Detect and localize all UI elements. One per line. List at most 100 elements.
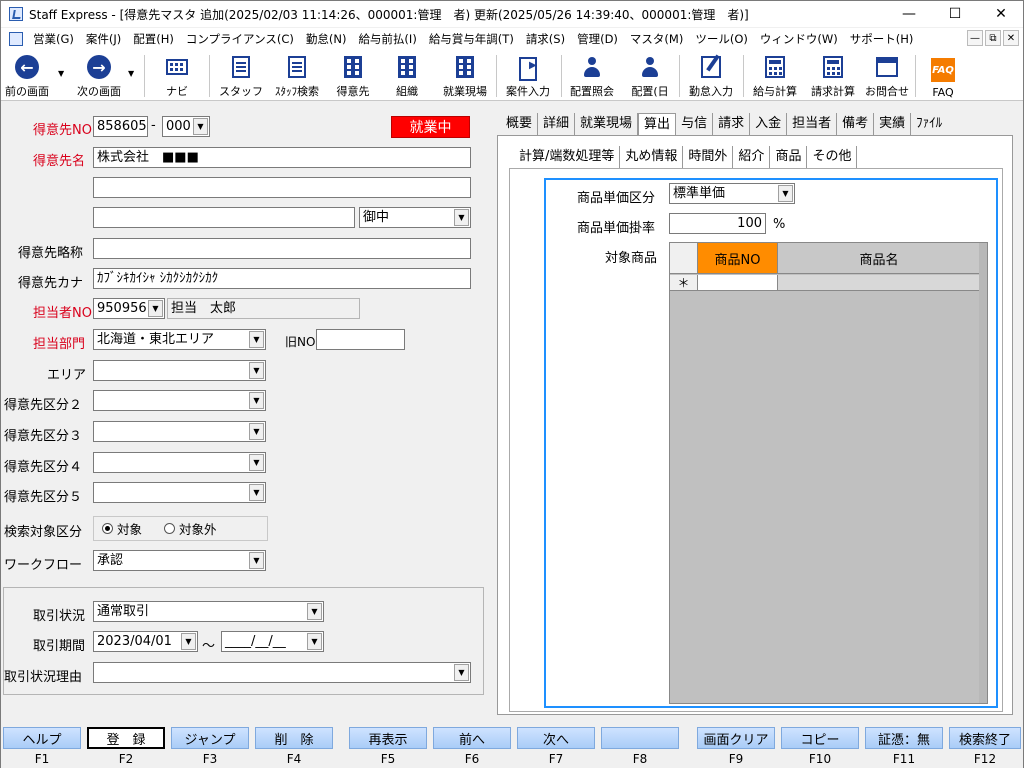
navi-button[interactable]: ナビ bbox=[159, 51, 195, 99]
category4-select[interactable]: ▼ bbox=[93, 452, 266, 473]
column-header-product-name[interactable]: 商品名 bbox=[778, 243, 981, 274]
chevron-down-icon[interactable]: ▼ bbox=[454, 209, 469, 226]
chevron-down-icon[interactable]: ▼ bbox=[454, 664, 469, 681]
chevron-down-icon[interactable]: ▼ bbox=[249, 362, 264, 379]
menu-advance-pay[interactable]: 給与前払(I) bbox=[352, 31, 422, 47]
assign-query-button[interactable]: 配置照会 bbox=[565, 51, 619, 99]
subtab-product[interactable]: 商品 bbox=[770, 146, 808, 168]
subtab-rounding-info[interactable]: 丸め情報 bbox=[620, 146, 684, 168]
organization-button[interactable]: 組織 bbox=[389, 51, 425, 99]
customer-no-input[interactable]: 858605 bbox=[93, 116, 148, 137]
menu-window[interactable]: ウィンドウ(W) bbox=[754, 31, 844, 47]
chevron-down-icon[interactable]: ▼ bbox=[307, 633, 322, 650]
close-button[interactable]: ✕ bbox=[979, 1, 1023, 27]
chevron-down-icon[interactable]: ▼ bbox=[307, 603, 322, 620]
menu-assign[interactable]: 配置(H) bbox=[127, 31, 180, 47]
attendance-input-button[interactable]: 勤怠入力 bbox=[685, 51, 737, 99]
mdi-close-button[interactable]: ✕ bbox=[1003, 30, 1019, 46]
customer-name2-input[interactable] bbox=[93, 177, 471, 198]
menu-support[interactable]: サポート(H) bbox=[844, 31, 920, 47]
payroll-calc-button[interactable]: 給与計算 bbox=[747, 51, 803, 99]
menu-billing[interactable]: 請求(S) bbox=[520, 31, 571, 47]
chevron-down-icon[interactable]: ▼ bbox=[249, 392, 264, 409]
category2-select[interactable]: ▼ bbox=[93, 390, 266, 411]
clear-screen-button[interactable]: 画面クリア bbox=[697, 727, 775, 749]
tab-notes[interactable]: 備考 bbox=[837, 113, 875, 135]
category3-select[interactable]: ▼ bbox=[93, 421, 266, 442]
tab-detail[interactable]: 詳細 bbox=[538, 113, 576, 135]
billing-calc-button[interactable]: 請求計算 bbox=[805, 51, 861, 99]
work-site-button[interactable]: 就業現場 bbox=[437, 51, 493, 99]
register-button[interactable]: 登 録 bbox=[87, 727, 165, 749]
customer-name3-input[interactable] bbox=[93, 207, 355, 228]
assign-day-button[interactable]: 配置(日 bbox=[625, 51, 675, 99]
chevron-down-icon[interactable]: ▼ bbox=[778, 185, 793, 202]
next-dropdown-icon[interactable]: ▼ bbox=[128, 69, 134, 78]
trade-start-date[interactable]: 2023/04/01 ▼ bbox=[93, 631, 198, 652]
kana-input[interactable]: ｶﾌﾞｼｷｶｲｼｬ ｼｶｸｼｶｸｼｶｸ bbox=[93, 268, 471, 289]
column-header-product-no[interactable]: 商品NO bbox=[698, 243, 778, 274]
menu-sales[interactable]: 営業(G) bbox=[27, 31, 80, 47]
staff-button[interactable]: スタッフ bbox=[219, 51, 263, 99]
tab-calculation[interactable]: 算出 bbox=[638, 113, 677, 135]
chevron-down-icon[interactable]: ▼ bbox=[249, 484, 264, 501]
workflow-select[interactable]: 承認 ▼ bbox=[93, 550, 266, 571]
jump-button[interactable]: ジャンプ bbox=[171, 727, 249, 749]
prev-screen-button[interactable]: ← 前の画面 bbox=[3, 51, 51, 99]
copy-button[interactable]: コピー bbox=[781, 727, 859, 749]
tab-overview[interactable]: 概要 bbox=[501, 113, 539, 135]
price-rate-input[interactable]: 100 bbox=[669, 213, 766, 234]
subtab-referral[interactable]: 紹介 bbox=[733, 146, 771, 168]
help-button[interactable]: ヘルプ bbox=[3, 727, 81, 749]
prev-dropdown-icon[interactable]: ▼ bbox=[58, 69, 64, 78]
menu-compliance[interactable]: コンプライアンス(C) bbox=[180, 31, 300, 47]
exit-search-button[interactable]: 検索終了 bbox=[949, 727, 1021, 749]
menu-attendance[interactable]: 勤怠(N) bbox=[300, 31, 353, 47]
maximize-button[interactable]: ☐ bbox=[933, 1, 977, 27]
voucher-button[interactable]: 証憑：無 bbox=[865, 727, 943, 749]
customer-name-input[interactable]: 株式会社 ■■■ bbox=[93, 147, 471, 168]
menu-payroll[interactable]: 給与賞与年調(T) bbox=[423, 31, 520, 47]
rep-no-select[interactable]: 950956 ▼ bbox=[93, 298, 165, 319]
staff-search-button[interactable]: ｽﾀｯﾌ検索 bbox=[269, 51, 325, 99]
tab-work-site[interactable]: 就業現場 bbox=[575, 113, 639, 135]
tab-billing[interactable]: 請求 bbox=[713, 113, 751, 135]
tab-contact[interactable]: 担当者 bbox=[787, 113, 838, 135]
faq-button[interactable]: FAQ FAQ bbox=[927, 51, 959, 99]
customer-button[interactable]: 得意先 bbox=[331, 51, 375, 99]
price-type-select[interactable]: 標準単価 ▼ bbox=[669, 183, 795, 204]
subtab-calc-rounding[interactable]: 計算/端数処理等 bbox=[514, 146, 621, 168]
case-input-button[interactable]: 案件入力 bbox=[501, 51, 555, 99]
chevron-down-icon[interactable]: ▼ bbox=[193, 118, 208, 135]
subtab-other[interactable]: その他 bbox=[807, 146, 858, 168]
customer-sub-no-select[interactable]: 000 ▼ bbox=[162, 116, 210, 137]
trade-end-date[interactable]: ____/__/__ ▼ bbox=[221, 631, 324, 652]
product-no-cell[interactable] bbox=[698, 275, 778, 291]
chevron-down-icon[interactable]: ▼ bbox=[181, 633, 196, 650]
prev-record-button[interactable]: 前へ bbox=[433, 727, 511, 749]
delete-button[interactable]: 削 除 bbox=[255, 727, 333, 749]
minimize-button[interactable]: — bbox=[887, 1, 931, 27]
trade-status-select[interactable]: 通常取引 ▼ bbox=[93, 601, 324, 622]
subtab-overtime[interactable]: 時間外 bbox=[683, 146, 734, 168]
mdi-minimize-button[interactable]: — bbox=[967, 30, 983, 46]
honorific-select[interactable]: 御中 ▼ bbox=[359, 207, 471, 228]
tab-payment[interactable]: 入金 bbox=[750, 113, 788, 135]
short-name-input[interactable] bbox=[93, 238, 471, 259]
menu-master[interactable]: マスタ(M) bbox=[624, 31, 689, 47]
area-select[interactable]: ▼ bbox=[93, 360, 266, 381]
f8-button[interactable] bbox=[601, 727, 679, 749]
radio-target[interactable] bbox=[102, 523, 113, 534]
inquiry-button[interactable]: お問合せ bbox=[861, 51, 913, 99]
grid-scrollbar[interactable] bbox=[979, 243, 987, 703]
menu-admin[interactable]: 管理(D) bbox=[571, 31, 624, 47]
tab-credit[interactable]: 与信 bbox=[676, 113, 714, 135]
old-no-input[interactable] bbox=[316, 329, 405, 350]
chevron-down-icon[interactable]: ▼ bbox=[249, 331, 264, 348]
trade-reason-select[interactable]: ▼ bbox=[93, 662, 471, 683]
menu-case[interactable]: 案件(J) bbox=[80, 31, 127, 47]
chevron-down-icon[interactable]: ▼ bbox=[249, 454, 264, 471]
chevron-down-icon[interactable]: ▼ bbox=[249, 423, 264, 440]
menu-tools[interactable]: ツール(O) bbox=[689, 31, 754, 47]
mdi-restore-button[interactable]: ⧉ bbox=[985, 30, 1001, 46]
